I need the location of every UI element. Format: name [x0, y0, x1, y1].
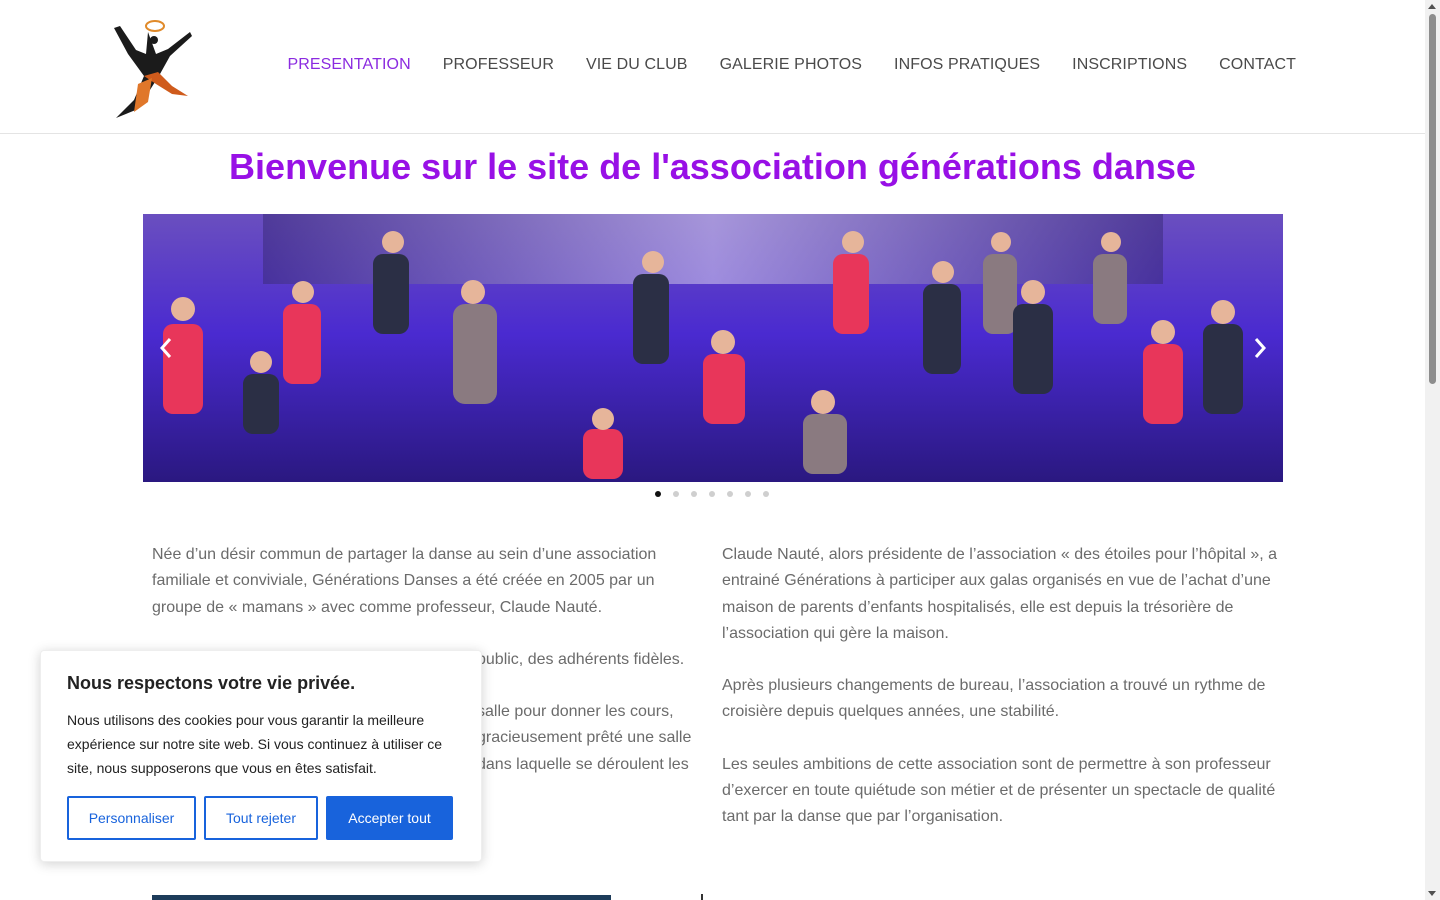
main-nav: PRESENTATION PROFESSEUR VIE DU CLUB GALE… — [255, 56, 1296, 74]
nav-item-infos-pratiques[interactable]: INFOS PRATIQUES — [894, 56, 1040, 74]
slider-dot[interactable] — [763, 491, 769, 497]
nav-item-professeur[interactable]: PROFESSEUR — [443, 56, 554, 74]
paragraph: Née d’un désir commun de partager la dan… — [152, 546, 657, 616]
slider-dot[interactable] — [727, 491, 733, 497]
dance-performance-photo — [143, 214, 1283, 482]
customize-button[interactable]: Personnaliser — [67, 796, 196, 840]
nav-item-vie-du-club[interactable]: VIE DU CLUB — [586, 56, 688, 74]
slider-pagination — [655, 491, 769, 497]
nav-item-presentation[interactable]: PRESENTATION — [287, 56, 410, 74]
content-image-edge — [152, 895, 611, 900]
nav-item-contact[interactable]: CONTACT — [1219, 56, 1296, 74]
paragraph: Après plusieurs changements de bureau, l… — [722, 677, 1266, 721]
scrollbar-thumb[interactable] — [1429, 14, 1436, 384]
nav-item-galerie-photos[interactable]: GALERIE PHOTOS — [720, 56, 862, 74]
scroll-up-arrow-icon[interactable] — [1428, 4, 1436, 9]
slider-dot[interactable] — [691, 491, 697, 497]
reject-all-button[interactable]: Tout rejeter — [204, 796, 318, 840]
cookie-description: Nous utilisons des cookies pour vous gar… — [67, 712, 443, 776]
slider-dot[interactable] — [655, 491, 661, 497]
nav-item-inscriptions[interactable]: INSCRIPTIONS — [1072, 56, 1187, 74]
divider — [701, 894, 703, 900]
chevron-left-icon[interactable] — [156, 333, 176, 363]
cookie-title: Nous respectons votre vie privée. — [67, 673, 356, 693]
page-scrollbar[interactable] — [1425, 0, 1440, 900]
site-header: PRESENTATION PROFESSEUR VIE DU CLUB GALE… — [0, 0, 1425, 134]
slider-dot[interactable] — [709, 491, 715, 497]
cookie-consent-banner: Nous respectons votre vie privée. Nous u… — [40, 650, 482, 862]
scroll-down-arrow-icon[interactable] — [1428, 891, 1436, 896]
slider-dot[interactable] — [673, 491, 679, 497]
paragraph: Claude Nauté, alors présidente de l’asso… — [722, 546, 1278, 642]
accept-all-button[interactable]: Accepter tout — [326, 796, 453, 840]
dancer-logo-icon[interactable] — [108, 14, 200, 120]
page-title: Bienvenue sur le site de l'association g… — [229, 146, 1196, 187]
image-slider[interactable] — [143, 214, 1283, 482]
paragraph: Les seules ambitions de cette associatio… — [722, 755, 1276, 826]
intro-text-right: Claude Nauté, alors présidente de l’asso… — [722, 542, 1277, 857]
chevron-right-icon[interactable] — [1250, 333, 1270, 363]
slider-dot[interactable] — [745, 491, 751, 497]
